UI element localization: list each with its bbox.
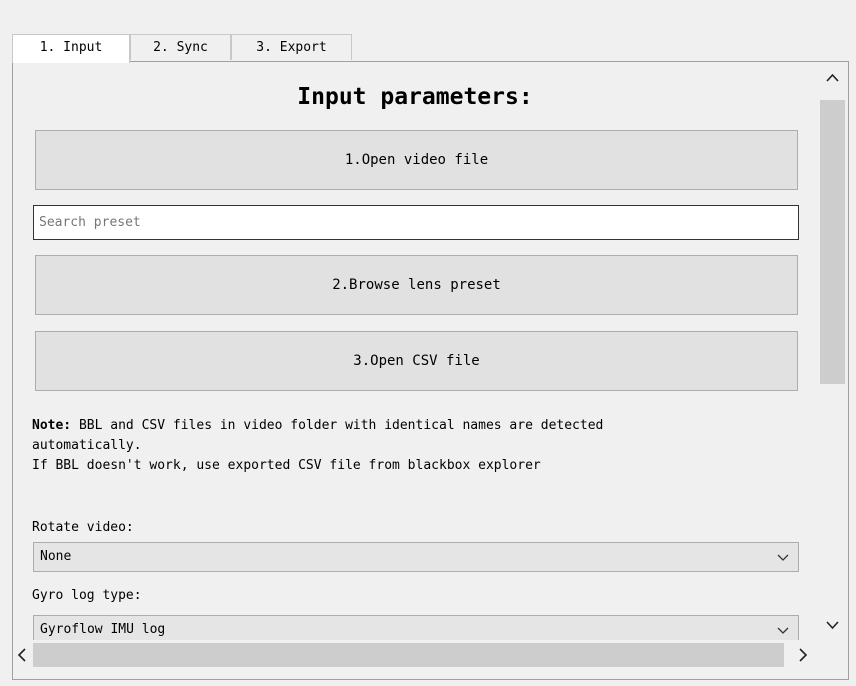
open-video-button[interactable]: 1.Open video file	[35, 130, 798, 190]
rotate-video-select[interactable]: None	[33, 542, 799, 572]
gyro-log-type-select[interactable]: Gyroflow IMU log	[33, 615, 799, 640]
rotate-video-label: Rotate video:	[32, 520, 134, 535]
note-line-1: BBL and CSV files in video folder with i…	[71, 418, 604, 433]
scrollbar-corner	[817, 640, 848, 679]
browse-lens-preset-button[interactable]: 2.Browse lens preset	[35, 255, 798, 315]
scroll-left-arrow-icon[interactable]	[13, 640, 33, 670]
note-line-3: If BBL doesn't work, use exported CSV fi…	[32, 458, 541, 473]
horizontal-scrollbar-thumb[interactable]	[33, 643, 784, 667]
search-preset-input[interactable]	[33, 205, 799, 240]
rotate-video-value: None	[40, 549, 72, 564]
scroll-up-arrow-icon[interactable]	[817, 62, 848, 92]
scroll-right-arrow-icon[interactable]	[787, 640, 817, 670]
note-text: Note: BBL and CSV files in video folder …	[32, 416, 792, 476]
vertical-scrollbar[interactable]	[817, 62, 848, 640]
tab-export[interactable]: 3. Export	[231, 34, 352, 60]
note-label: Note:	[32, 418, 72, 433]
scroll-down-arrow-icon[interactable]	[817, 610, 848, 640]
page-title: Input parameters:	[297, 84, 533, 110]
open-csv-button[interactable]: 3.Open CSV file	[35, 331, 798, 391]
chevron-down-icon	[776, 616, 790, 640]
horizontal-scrollbar[interactable]	[13, 640, 817, 679]
chevron-down-icon	[776, 543, 790, 571]
scroll-content: Input parameters: 1.Open video file 2.Br…	[13, 62, 817, 640]
gyro-log-type-label: Gyro log type:	[32, 588, 142, 603]
input-tab-panel: Input parameters: 1.Open video file 2.Br…	[12, 61, 849, 680]
gyro-log-type-value: Gyroflow IMU log	[40, 622, 166, 637]
vertical-scrollbar-thumb[interactable]	[820, 100, 845, 384]
note-line-2: automatically.	[32, 438, 142, 453]
tab-sync[interactable]: 2. Sync	[130, 34, 231, 60]
tab-input[interactable]: 1. Input	[12, 34, 130, 63]
